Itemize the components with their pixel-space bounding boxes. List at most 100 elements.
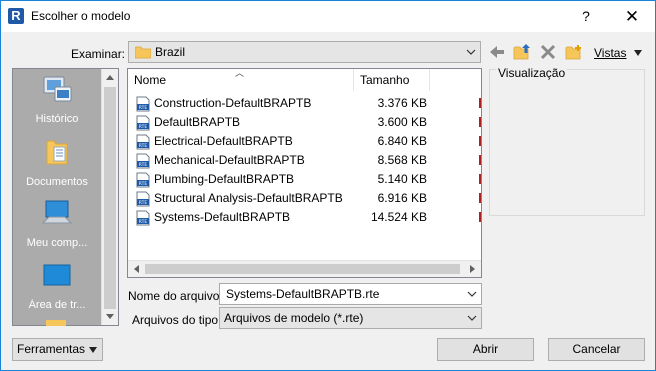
views-dropdown-icon[interactable] — [633, 49, 643, 57]
file-size: 14.524 KB — [370, 210, 427, 224]
computer-icon — [41, 200, 73, 224]
file-size: 3.600 KB — [377, 115, 427, 129]
file-size: 8.568 KB — [377, 153, 427, 167]
file-row[interactable]: RTE Systems-DefaultBRAPTB 14.524 KB — [128, 208, 481, 227]
views-menu-button[interactable]: Vistas — [594, 46, 626, 60]
file-type-marker — [479, 174, 481, 184]
folder-icon — [135, 46, 151, 59]
file-name: Structural Analysis-DefaultBRAPTB — [154, 191, 343, 205]
open-button[interactable]: Abrir — [437, 338, 534, 361]
preview-label: Visualização — [496, 66, 568, 80]
look-in-dropdown[interactable]: Brazil — [128, 41, 481, 63]
place-label: Área de tr... — [28, 299, 86, 311]
chevron-down-icon[interactable] — [467, 289, 477, 299]
scroll-up-icon[interactable] — [106, 74, 114, 80]
scroll-down-icon[interactable] — [106, 314, 114, 320]
place-desktop[interactable]: Área de tr... — [13, 259, 101, 319]
rte-file-icon: RTE — [136, 134, 150, 150]
file-size: 6.916 KB — [377, 191, 427, 205]
filename-label: Nome do arquivo: — [128, 289, 223, 303]
look-in-value: Brazil — [155, 45, 186, 59]
places-scrollbar[interactable] — [101, 69, 118, 325]
svg-text:RTE: RTE — [139, 105, 148, 111]
desktop-icon — [43, 264, 71, 286]
up-folder-icon[interactable] — [513, 43, 531, 61]
revit-app-icon: R — [8, 8, 24, 24]
column-header-extra[interactable] — [430, 69, 481, 91]
back-arrow-icon[interactable] — [488, 43, 506, 61]
file-row[interactable]: RTE Construction-DefaultBRAPTB 3.376 KB — [128, 94, 481, 113]
new-folder-icon[interactable] — [565, 43, 583, 61]
file-row[interactable]: RTE Electrical-DefaultBRAPTB 6.840 KB — [128, 132, 481, 151]
place-history[interactable]: Histórico — [13, 73, 101, 133]
views-label: Vistas — [594, 46, 627, 60]
tools-label: Ferramentas — [17, 342, 86, 356]
file-type-marker — [479, 212, 481, 222]
place-documents[interactable]: Documentos — [13, 136, 101, 196]
rte-file-icon: RTE — [136, 210, 150, 226]
filetype-label: Arquivos do tipo: — [132, 313, 222, 327]
help-button[interactable]: ? — [563, 1, 609, 32]
column-header-label: Nome — [134, 73, 167, 87]
title-bar: R Escolher o modelo ? ✕ — [1, 1, 655, 32]
file-list: ︿ Nome Tamanho RTE Construction-DefaultBR… — [127, 68, 482, 278]
file-row[interactable]: RTE Structural Analysis-DefaultBRAPTB 6.91… — [128, 189, 481, 208]
place-label: Documentos — [26, 176, 88, 188]
filetype-dropdown[interactable]: Arquivos de modelo (*.rte) — [219, 307, 482, 329]
column-header-size[interactable]: Tamanho — [354, 69, 430, 91]
file-size: 5.140 KB — [377, 172, 427, 186]
file-name: DefaultBRAPTB — [154, 115, 241, 129]
close-button[interactable]: ✕ — [609, 1, 655, 32]
rte-file-icon: RTE — [136, 115, 150, 131]
filetype-value: Arquivos de modelo (*.rte) — [224, 311, 364, 325]
file-type-marker — [479, 136, 481, 146]
filename-input[interactable]: Systems-DefaultBRAPTB.rte — [219, 283, 482, 305]
file-type-marker — [479, 98, 481, 108]
svg-text:RTE: RTE — [139, 219, 148, 225]
svg-text:RTE: RTE — [139, 162, 148, 168]
file-name: Construction-DefaultBRAPTB — [154, 96, 312, 110]
chevron-down-icon — [467, 315, 477, 321]
file-row[interactable]: RTE DefaultBRAPTB 3.600 KB — [128, 113, 481, 132]
file-name: Mechanical-DefaultBRAPTB — [154, 153, 305, 167]
filename-value: Systems-DefaultBRAPTB.rte — [226, 287, 380, 301]
sort-ascending-icon: ︿ — [235, 68, 245, 78]
open-template-dialog: R Escolher o modelo ? ✕ Examinar: Brazil… — [0, 0, 656, 371]
rte-file-icon: RTE — [136, 153, 150, 169]
dropdown-arrow-icon — [89, 347, 97, 353]
column-header-label: Tamanho — [360, 73, 410, 87]
file-name: Electrical-DefaultBRAPTB — [154, 134, 293, 148]
file-type-marker — [479, 193, 481, 203]
open-label: Abrir — [472, 342, 499, 356]
cancel-button[interactable]: Cancelar — [548, 338, 645, 361]
file-name: Plumbing-DefaultBRAPTB — [154, 172, 295, 186]
file-row[interactable]: RTE Mechanical-DefaultBRAPTB 8.568 KB — [128, 151, 481, 170]
look-in-label: Examinar: — [71, 47, 126, 61]
file-name: Systems-DefaultBRAPTB — [154, 210, 291, 224]
place-computer[interactable]: Meu comp... — [13, 197, 101, 257]
svg-text:RTE: RTE — [139, 124, 148, 130]
cancel-label: Cancelar — [572, 342, 621, 356]
svg-text:RTE: RTE — [139, 143, 148, 149]
scroll-left-icon[interactable] — [133, 265, 139, 273]
tools-button[interactable]: Ferramentas — [12, 338, 103, 361]
scrollbar-thumb[interactable] — [145, 264, 460, 274]
column-header-name[interactable]: ︿ Nome — [128, 69, 354, 91]
scrollbar-thumb[interactable] — [104, 87, 116, 309]
file-row[interactable]: RTE Plumbing-DefaultBRAPTB 5.140 KB — [128, 170, 481, 189]
place-label: Histórico — [35, 113, 79, 125]
scroll-right-icon[interactable] — [470, 265, 476, 273]
preview-panel: Visualização — [489, 66, 645, 216]
file-type-marker — [479, 117, 481, 127]
rte-file-icon: RTE — [136, 172, 150, 188]
chevron-down-icon — [466, 49, 476, 55]
rte-file-icon: RTE — [136, 96, 150, 112]
svg-text:RTE: RTE — [139, 181, 148, 187]
documents-icon — [46, 140, 68, 165]
delete-icon[interactable] — [539, 43, 557, 61]
history-icon — [43, 76, 72, 102]
file-list-scrollbar[interactable] — [128, 260, 481, 277]
place-label: Meu comp... — [26, 237, 88, 249]
file-size: 6.840 KB — [377, 134, 427, 148]
folder-icon — [46, 320, 66, 326]
